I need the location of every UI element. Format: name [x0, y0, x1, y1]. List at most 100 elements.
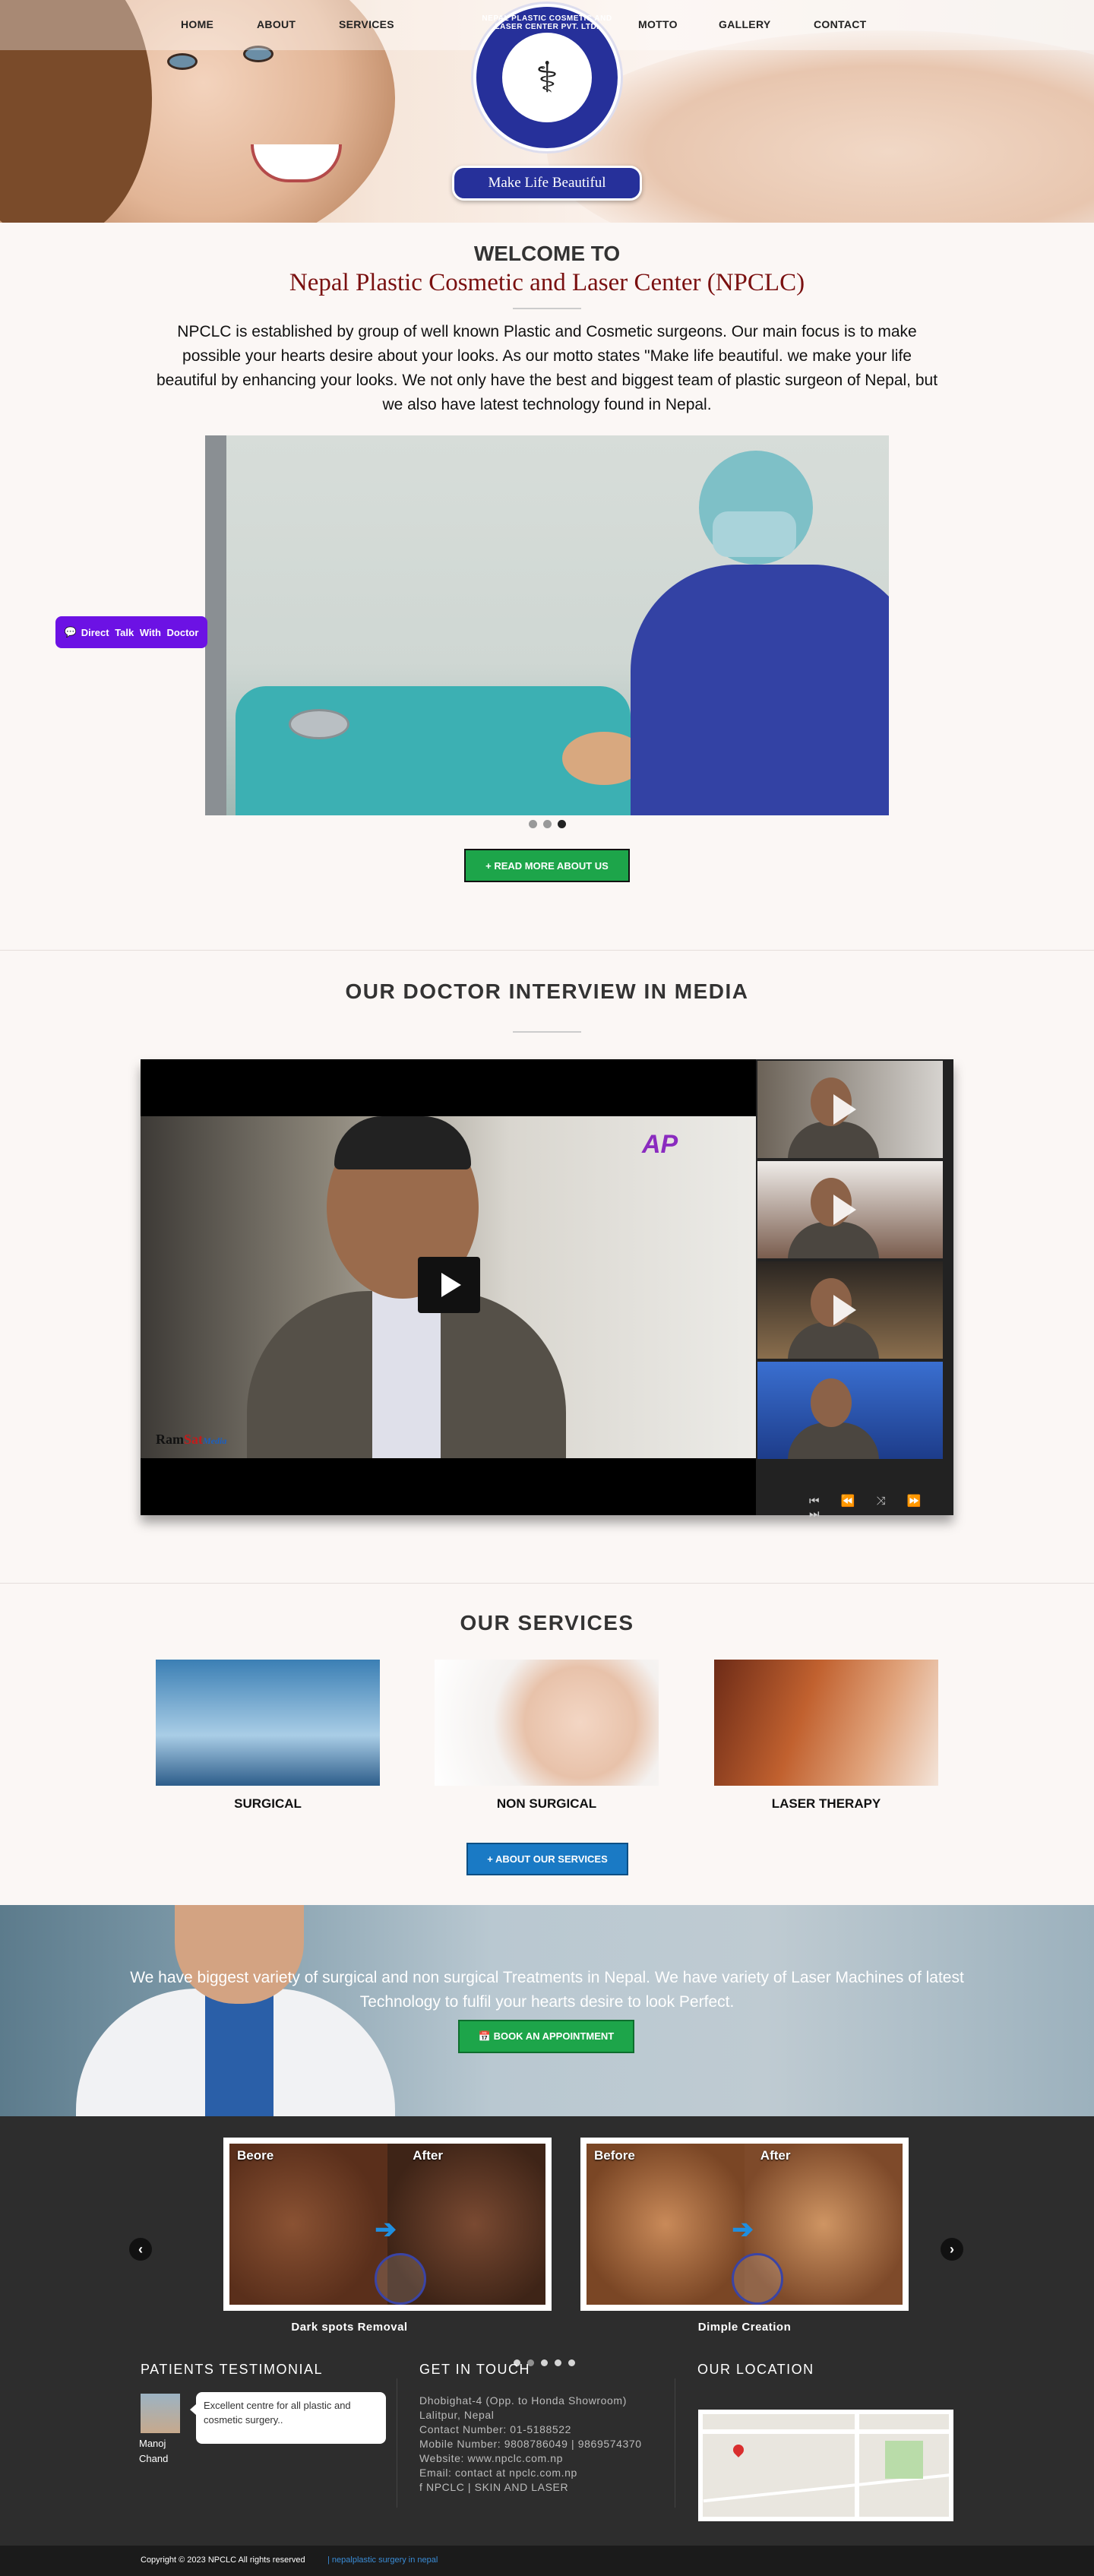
image-slider[interactable] — [205, 435, 889, 815]
before-half — [587, 2144, 745, 2305]
nav-home[interactable]: HOME — [181, 18, 213, 30]
avatar — [141, 2394, 180, 2433]
direct-talk-label: Direct Talk With Doctor — [81, 626, 199, 638]
before-after-image: Before After ➔ — [587, 2144, 903, 2305]
video-interviewee — [247, 1116, 566, 1458]
testimonial-bubble: Excellent centre for all plastic and cos… — [190, 2392, 386, 2444]
book-appointment-button[interactable]: 📅 BOOK AN APPOINTMENT — [458, 2020, 634, 2053]
contact-email[interactable]: Email: contact at npclc.com.np — [419, 2466, 642, 2480]
hero-eye-left — [167, 53, 198, 70]
brand-part: Ram — [156, 1432, 184, 1447]
contact-city: Lalitpur, Nepal — [419, 2409, 495, 2421]
services-title: OUR SERVICES — [460, 1611, 634, 1635]
playlist-controls[interactable]: ⏮ ⏪ ⤨ ⏩ ⏭ — [809, 1494, 953, 1521]
slider-dot[interactable] — [528, 820, 537, 828]
service-image-surgical[interactable] — [156, 1660, 380, 1786]
divider — [513, 1031, 581, 1033]
map-road — [703, 2429, 949, 2434]
section-divider — [0, 950, 1094, 951]
gallery-item[interactable]: Before After ➔ — [580, 2138, 909, 2311]
map-park — [885, 2441, 923, 2479]
welcome-heading: WELCOME TO — [473, 242, 621, 265]
surgeon-mask — [713, 511, 796, 557]
copyright-bar: Copyright © 2023 NPCLC All rights reserv… — [0, 2546, 1094, 2576]
read-more-button[interactable]: + READ MORE ABOUT US — [464, 849, 630, 882]
location-title: OUR LOCATION — [697, 2362, 814, 2377]
playlist-item[interactable] — [757, 1061, 943, 1158]
divider — [513, 308, 581, 309]
arrow-right-icon: ➔ — [375, 2215, 397, 2245]
before-half — [229, 2144, 387, 2305]
service-label[interactable]: SURGICAL — [156, 1796, 380, 1812]
main-video[interactable]: AP RamSatMedia — [141, 1116, 756, 1458]
logo-ring-text: NEPAL PLASTIC COSMETIC AND LASER CENTER … — [482, 14, 612, 31]
carousel-prev-button[interactable]: ‹ — [129, 2238, 152, 2261]
slider-dots — [0, 818, 1094, 832]
thumb-head — [811, 1378, 852, 1427]
service-image-non-surgical[interactable] — [435, 1660, 659, 1786]
thumb-body — [788, 1422, 879, 1459]
slider-dot-active[interactable] — [557, 820, 566, 828]
nav-services[interactable]: SERVICES — [339, 18, 394, 30]
play-icon — [833, 1195, 856, 1225]
contact-title: GET IN TOUCH — [419, 2362, 531, 2377]
after-label: After — [413, 2148, 443, 2163]
facebook-link[interactable]: f NPCLC | SKIN AND LASER — [419, 2480, 642, 2495]
nav-about[interactable]: ABOUT — [257, 18, 296, 30]
nav-motto[interactable]: MOTTO — [638, 18, 678, 30]
map-canvas — [703, 2414, 949, 2517]
playlist-item[interactable] — [757, 1261, 943, 1359]
map-pin-icon — [731, 2442, 746, 2457]
service-image-laser[interactable] — [714, 1660, 938, 1786]
banner-text: We have biggest variety of surgical and … — [130, 1969, 964, 2011]
brand-part: Sat — [184, 1432, 204, 1447]
video-player[interactable]: AP RamSatMedia ⏮ ⏪ ⤨ ⏩ ⏭ — [141, 1059, 953, 1521]
watermark-seal — [375, 2253, 427, 2305]
slider-dot[interactable] — [542, 820, 552, 828]
before-label: Before — [594, 2148, 635, 2163]
interviewee-shirt — [372, 1291, 441, 1458]
carousel-dot[interactable] — [541, 2359, 548, 2366]
slide-tray — [289, 709, 349, 739]
location-map[interactable] — [698, 2410, 953, 2521]
service-label[interactable]: NON SURGICAL — [435, 1796, 659, 1812]
before-after-image: Beore After ➔ — [229, 2144, 545, 2305]
arrow-right-icon: ➔ — [732, 2215, 754, 2245]
thumb-body — [788, 1322, 879, 1359]
media-title: OUR DOCTOR INTERVIEW IN MEDIA — [345, 979, 749, 1003]
direct-talk-button[interactable]: 💬 Direct Talk With Doctor — [55, 616, 207, 648]
playlist-item[interactable] — [757, 1161, 943, 1258]
watermark-seal — [732, 2253, 784, 2305]
play-button[interactable] — [418, 1257, 480, 1313]
nav-gallery[interactable]: GALLERY — [719, 18, 770, 30]
playlist-item[interactable] — [757, 1362, 943, 1459]
motto-badge: Make Life Beautiful — [452, 166, 642, 201]
chat-icon: 💬 — [64, 626, 77, 638]
slide-surgeon — [600, 451, 889, 815]
service-label[interactable]: LASER THERAPY — [714, 1796, 938, 1812]
gallery-item[interactable]: Beore After ➔ — [223, 2138, 552, 2311]
contact-phone[interactable]: Contact Number: 01-5188522 — [419, 2423, 642, 2437]
gallery-caption: Dimple Creation — [697, 2321, 792, 2334]
slide-patient — [236, 686, 646, 815]
caduceus-icon: ⚕ — [502, 33, 592, 122]
carousel-next-button[interactable]: › — [941, 2238, 963, 2261]
about-services-button[interactable]: + ABOUT OUR SERVICES — [466, 1843, 628, 1875]
video-playlist: ⏮ ⏪ ⤨ ⏩ ⏭ — [756, 1059, 953, 1521]
carousel-dot[interactable] — [555, 2359, 561, 2366]
carousel-dot[interactable] — [568, 2359, 575, 2366]
contact-website[interactable]: Website: www.npclc.com.np — [419, 2451, 642, 2466]
brand-part: Media — [203, 1435, 227, 1446]
surgeon-body — [631, 565, 889, 815]
nav-contact[interactable]: CONTACT — [814, 18, 867, 30]
site-logo[interactable]: NEPAL PLASTIC COSMETIC AND LASER CENTER … — [471, 2, 623, 153]
contact-mobile[interactable]: Mobile Number: 9808786049 | 9869574370 — [419, 2437, 642, 2451]
section-divider — [0, 1583, 1094, 1584]
appointment-banner: We have biggest variety of surgical and … — [0, 1905, 1094, 2116]
footer-link[interactable]: | nepalplastic surgery in nepal — [327, 2555, 438, 2565]
play-icon — [833, 1094, 856, 1125]
interviewee-hair — [334, 1116, 471, 1169]
map-road — [855, 2414, 859, 2517]
logo-ring: NEPAL PLASTIC COSMETIC AND LASER CENTER … — [476, 7, 618, 148]
gallery-caption: Dark spots Removal — [291, 2321, 408, 2334]
